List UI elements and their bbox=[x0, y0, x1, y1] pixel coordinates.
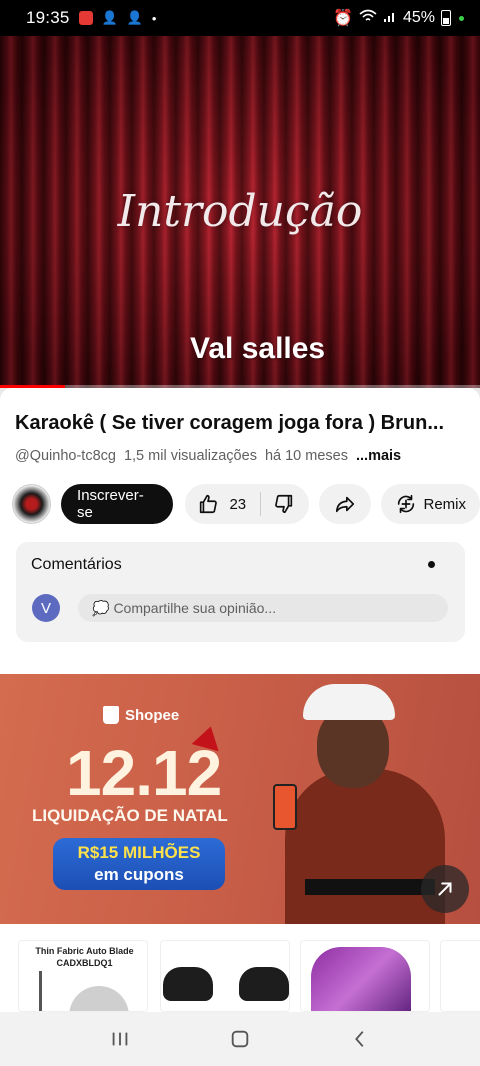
comments-section[interactable]: Comentários V 💭 Compartilhe sua opinião.… bbox=[16, 542, 465, 642]
santa-hat bbox=[303, 684, 395, 720]
status-bar: 19:35 👤 👤 • ⏰ 45% bbox=[0, 0, 480, 36]
recent-apps-icon bbox=[112, 1032, 128, 1046]
remix-label: Remix bbox=[423, 495, 466, 513]
comment-input[interactable]: 💭 Compartilhe sua opinião... bbox=[78, 594, 448, 622]
more-link[interactable]: ...mais bbox=[356, 448, 401, 464]
user-avatar: V bbox=[32, 594, 60, 622]
ad-banner[interactable]: Shopee 12.12 LIQUIDAÇÃO DE NATAL R$15 MI… bbox=[0, 674, 480, 924]
video-details-panel: Karaokê ( Se tiver coragem joga fora ) B… bbox=[0, 388, 480, 678]
system-nav-bar bbox=[0, 1012, 480, 1066]
like-divider bbox=[260, 492, 262, 516]
video-player[interactable]: Introdução Val salles bbox=[0, 36, 480, 388]
comments-indicator-dot bbox=[428, 561, 435, 568]
video-meta[interactable]: @Quinho-tc8cg 1,5 mil visualizações há 1… bbox=[15, 448, 401, 464]
product-card[interactable] bbox=[300, 940, 430, 1012]
view-count: 1,5 mil visualizações bbox=[123, 448, 257, 464]
santa-belt bbox=[305, 879, 435, 895]
comment-placeholder: Compartilhe sua opinião... bbox=[113, 600, 277, 616]
comments-title: Comentários bbox=[31, 556, 122, 573]
share-button[interactable] bbox=[318, 484, 372, 524]
video-title[interactable]: Karaokê ( Se tiver coragem joga fora ) B… bbox=[15, 412, 467, 435]
channel-avatar[interactable] bbox=[12, 484, 52, 524]
home-button[interactable] bbox=[210, 1017, 270, 1061]
video-overlay-title: Introdução bbox=[117, 186, 363, 237]
battery-level: 45% bbox=[402, 9, 435, 26]
product-label: Thin Fabric Auto Blade CADXBLDQ1 bbox=[35, 946, 134, 968]
ad-open-button[interactable] bbox=[421, 865, 469, 913]
back-icon bbox=[355, 1031, 364, 1047]
signal-icon bbox=[383, 9, 397, 28]
like-button[interactable]: 23 bbox=[197, 493, 246, 515]
dislike-button[interactable] bbox=[273, 493, 295, 515]
action-bar: Inscrever-se 23 Remix bbox=[12, 484, 480, 524]
recent-apps-button[interactable] bbox=[90, 1017, 150, 1061]
slipper-image bbox=[163, 967, 213, 1001]
blade-image bbox=[39, 971, 42, 1011]
back-button[interactable] bbox=[330, 1017, 390, 1061]
more-notifications-icon: • bbox=[151, 10, 157, 26]
ad-headline: LIQUIDAÇÃO DE NATAL bbox=[32, 806, 228, 825]
ad-promo-line2: em cupons bbox=[94, 865, 184, 884]
shopee-logo: Shopee bbox=[103, 706, 179, 724]
blade-circle-image bbox=[69, 986, 129, 1011]
wifi-icon bbox=[359, 9, 377, 28]
battery-icon bbox=[441, 10, 451, 26]
santa-suit bbox=[285, 769, 445, 924]
product-card[interactable] bbox=[160, 940, 290, 1012]
ad-promo-line1: R$15 MILHÕES bbox=[77, 843, 201, 862]
upload-age: há 10 meses bbox=[264, 448, 348, 464]
ad-date: 12.12 bbox=[66, 737, 222, 809]
share-icon bbox=[336, 496, 355, 513]
ad-promo-badge: R$15 MILHÕES em cupons bbox=[53, 838, 225, 890]
contact-notification-icon-2: 👤 bbox=[126, 10, 143, 25]
product-card[interactable]: Thin Fabric Auto Blade CADXBLDQ1 bbox=[18, 940, 148, 1012]
status-time: 19:35 bbox=[26, 8, 70, 27]
product-card[interactable] bbox=[440, 940, 480, 1012]
like-count: 23 bbox=[229, 495, 247, 513]
remix-button[interactable]: Remix bbox=[381, 484, 480, 524]
remix-icon bbox=[398, 494, 415, 514]
shopee-bag-icon bbox=[103, 706, 119, 724]
home-icon bbox=[231, 1030, 249, 1048]
channel-handle[interactable]: @Quinho-tc8cg bbox=[15, 448, 116, 464]
alarm-icon: ⏰ bbox=[333, 10, 353, 27]
like-dislike-group: 23 bbox=[185, 484, 309, 524]
privacy-indicator-icon bbox=[459, 15, 464, 21]
backpack-image bbox=[311, 947, 411, 1011]
contact-notification-icon: 👤 bbox=[101, 10, 118, 25]
arrow-up-right-icon bbox=[438, 882, 452, 896]
thumbs-up-icon bbox=[200, 494, 218, 514]
video-caption: Val salles bbox=[190, 332, 326, 365]
speech-bubble-icon: 💭 bbox=[92, 599, 110, 616]
slipper-image-2 bbox=[239, 967, 289, 1001]
phone-image bbox=[273, 784, 297, 830]
app-notification-icon bbox=[78, 11, 93, 25]
ad-brand: Shopee bbox=[125, 706, 180, 724]
thumbs-down-icon bbox=[275, 494, 293, 514]
subscribe-button[interactable]: Inscrever-se bbox=[61, 484, 174, 524]
product-carousel[interactable]: Thin Fabric Auto Blade CADXBLDQ1 bbox=[0, 924, 480, 1012]
